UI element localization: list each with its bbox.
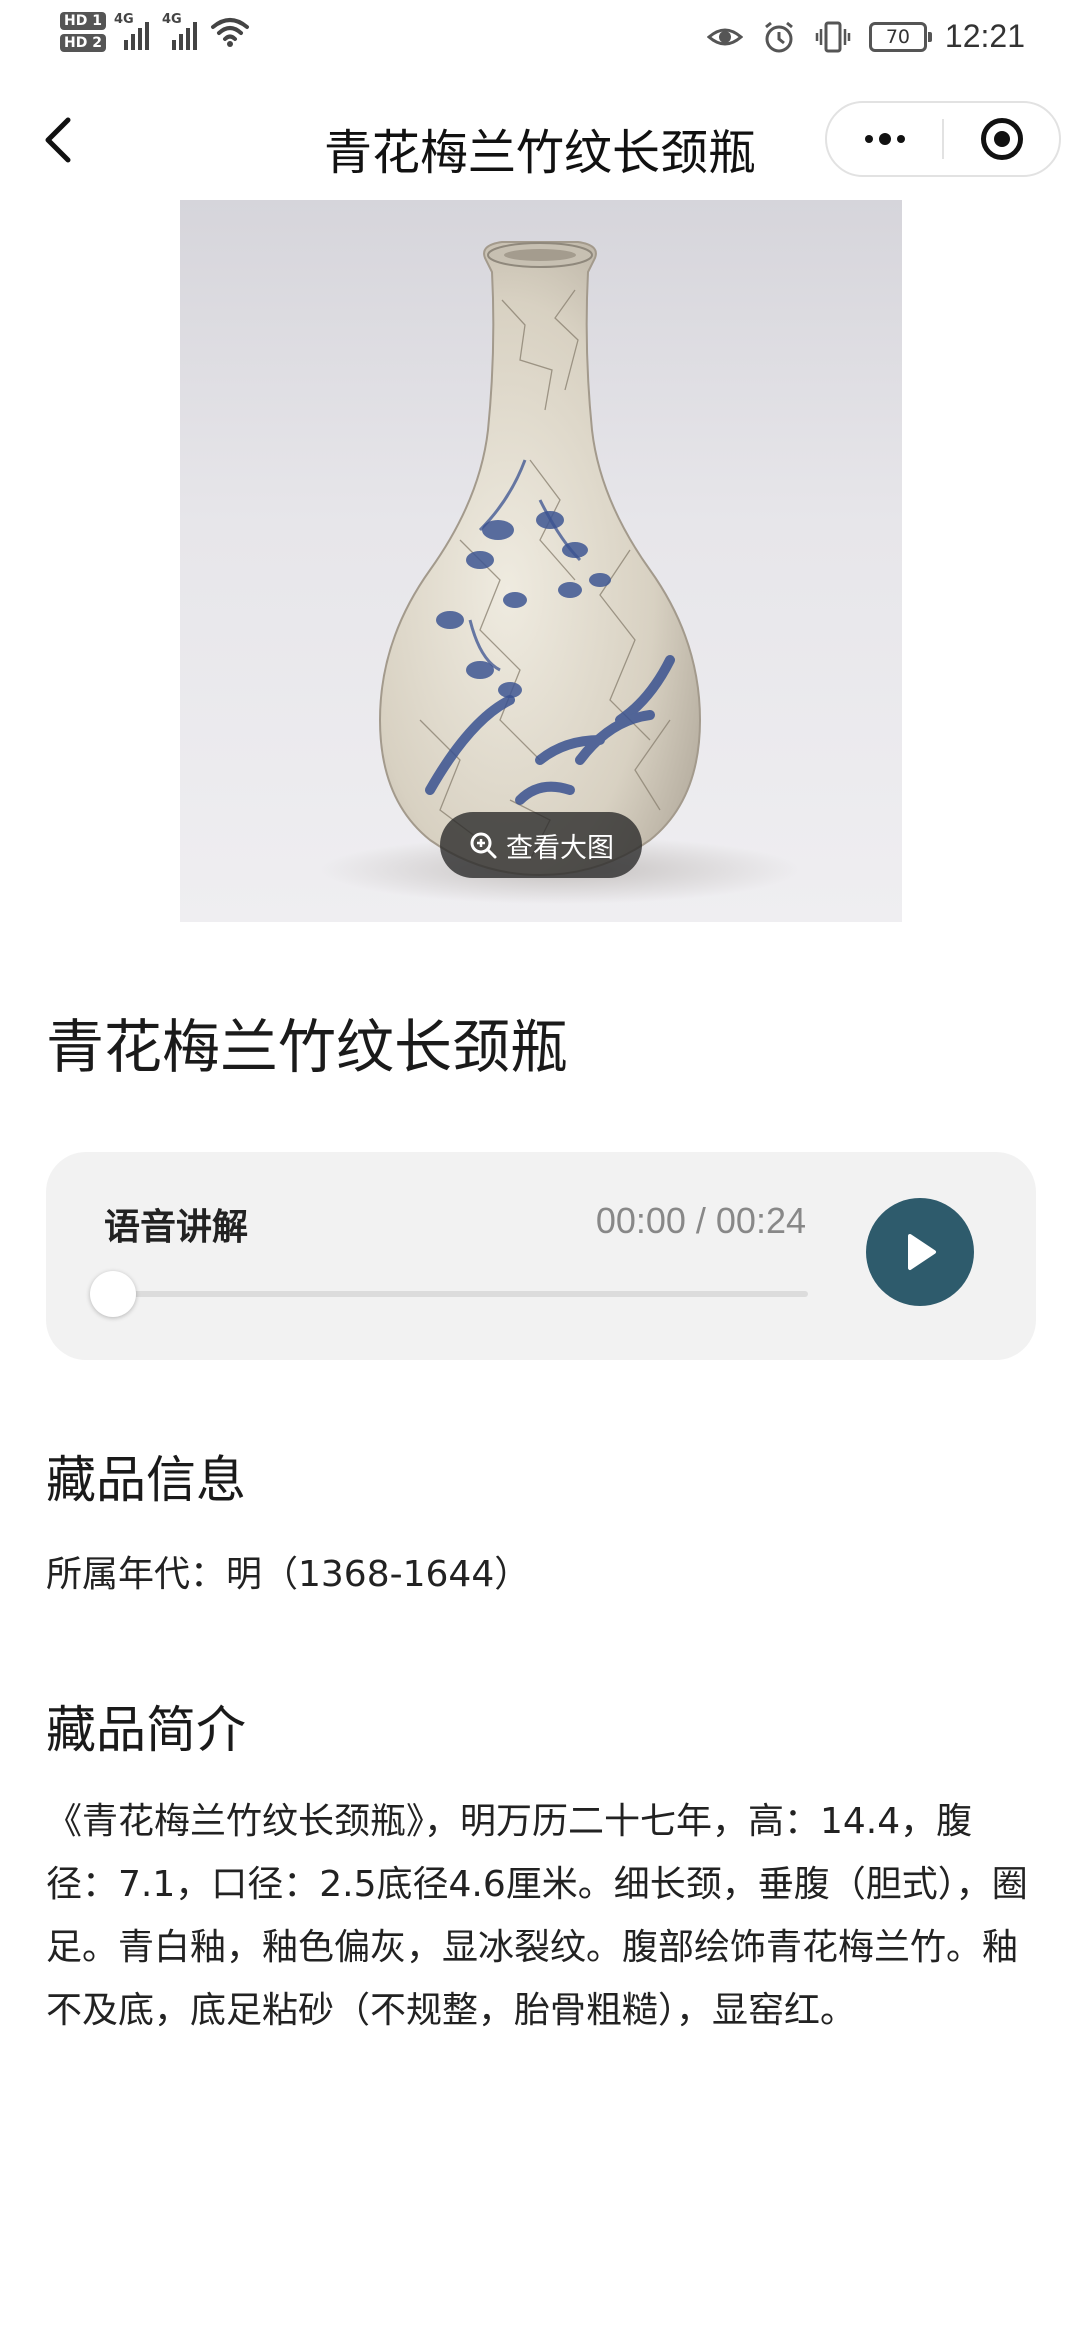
- battery-indicator: 70: [868, 21, 932, 52]
- info-heading: 藏品信息: [46, 1451, 246, 1509]
- vibrate-icon: [815, 21, 851, 52]
- status-bar: HD 1 HD 2 4G 4G 70 12:21: [0, 0, 1080, 80]
- alarm-icon: [764, 21, 793, 52]
- status-right: 70 12:21: [706, 18, 1025, 55]
- play-icon: [908, 1234, 936, 1270]
- status-left: HD 1 HD 2 4G 4G: [60, 12, 250, 52]
- more-dots-icon: [864, 133, 905, 145]
- eye-icon: [706, 28, 743, 45]
- intro-heading: 藏品简介: [46, 1701, 246, 1759]
- close-button[interactable]: [944, 103, 1059, 175]
- sim1-badge: HD 1: [60, 12, 106, 30]
- target-circle-icon: [980, 118, 1023, 160]
- wifi-icon: [210, 18, 249, 47]
- audio-time: 00:00 / 00:24: [595, 1200, 806, 1241]
- sim2-badge: HD 2: [60, 34, 106, 52]
- back-chevron-icon[interactable]: [30, 110, 90, 170]
- era-text: 所属年代：明（1368-1644）: [46, 1554, 531, 1595]
- signal1-icon: 4G: [114, 12, 154, 52]
- signal2-icon: 4G: [162, 12, 202, 52]
- status-time: 12:21: [944, 18, 1025, 54]
- audio-progress-track[interactable]: [114, 1291, 808, 1297]
- nav-bar: 青花梅兰竹纹长颈瓶: [0, 95, 1080, 185]
- audio-guide-card: 语音讲解 00:00 / 00:24: [46, 1152, 1036, 1360]
- play-button[interactable]: [866, 1198, 974, 1306]
- audio-progress-knob[interactable]: [90, 1271, 136, 1317]
- view-large-button[interactable]: 查看大图: [440, 812, 642, 878]
- more-button[interactable]: [827, 103, 942, 175]
- artifact-title: 青花梅兰竹纹长颈瓶: [46, 1013, 569, 1081]
- mini-program-capsule: [825, 101, 1061, 177]
- audio-guide-label: 语音讲解: [104, 1207, 249, 1248]
- view-large-label: 查看大图: [506, 832, 614, 864]
- intro-text: 《青花梅兰竹纹长颈瓶》，明万历二十七年，高：14.4，腹径：7.1，口径：2.5…: [46, 1801, 1028, 2031]
- sim-indicators: HD 1 HD 2: [60, 12, 106, 52]
- zoom-in-icon: [470, 832, 497, 859]
